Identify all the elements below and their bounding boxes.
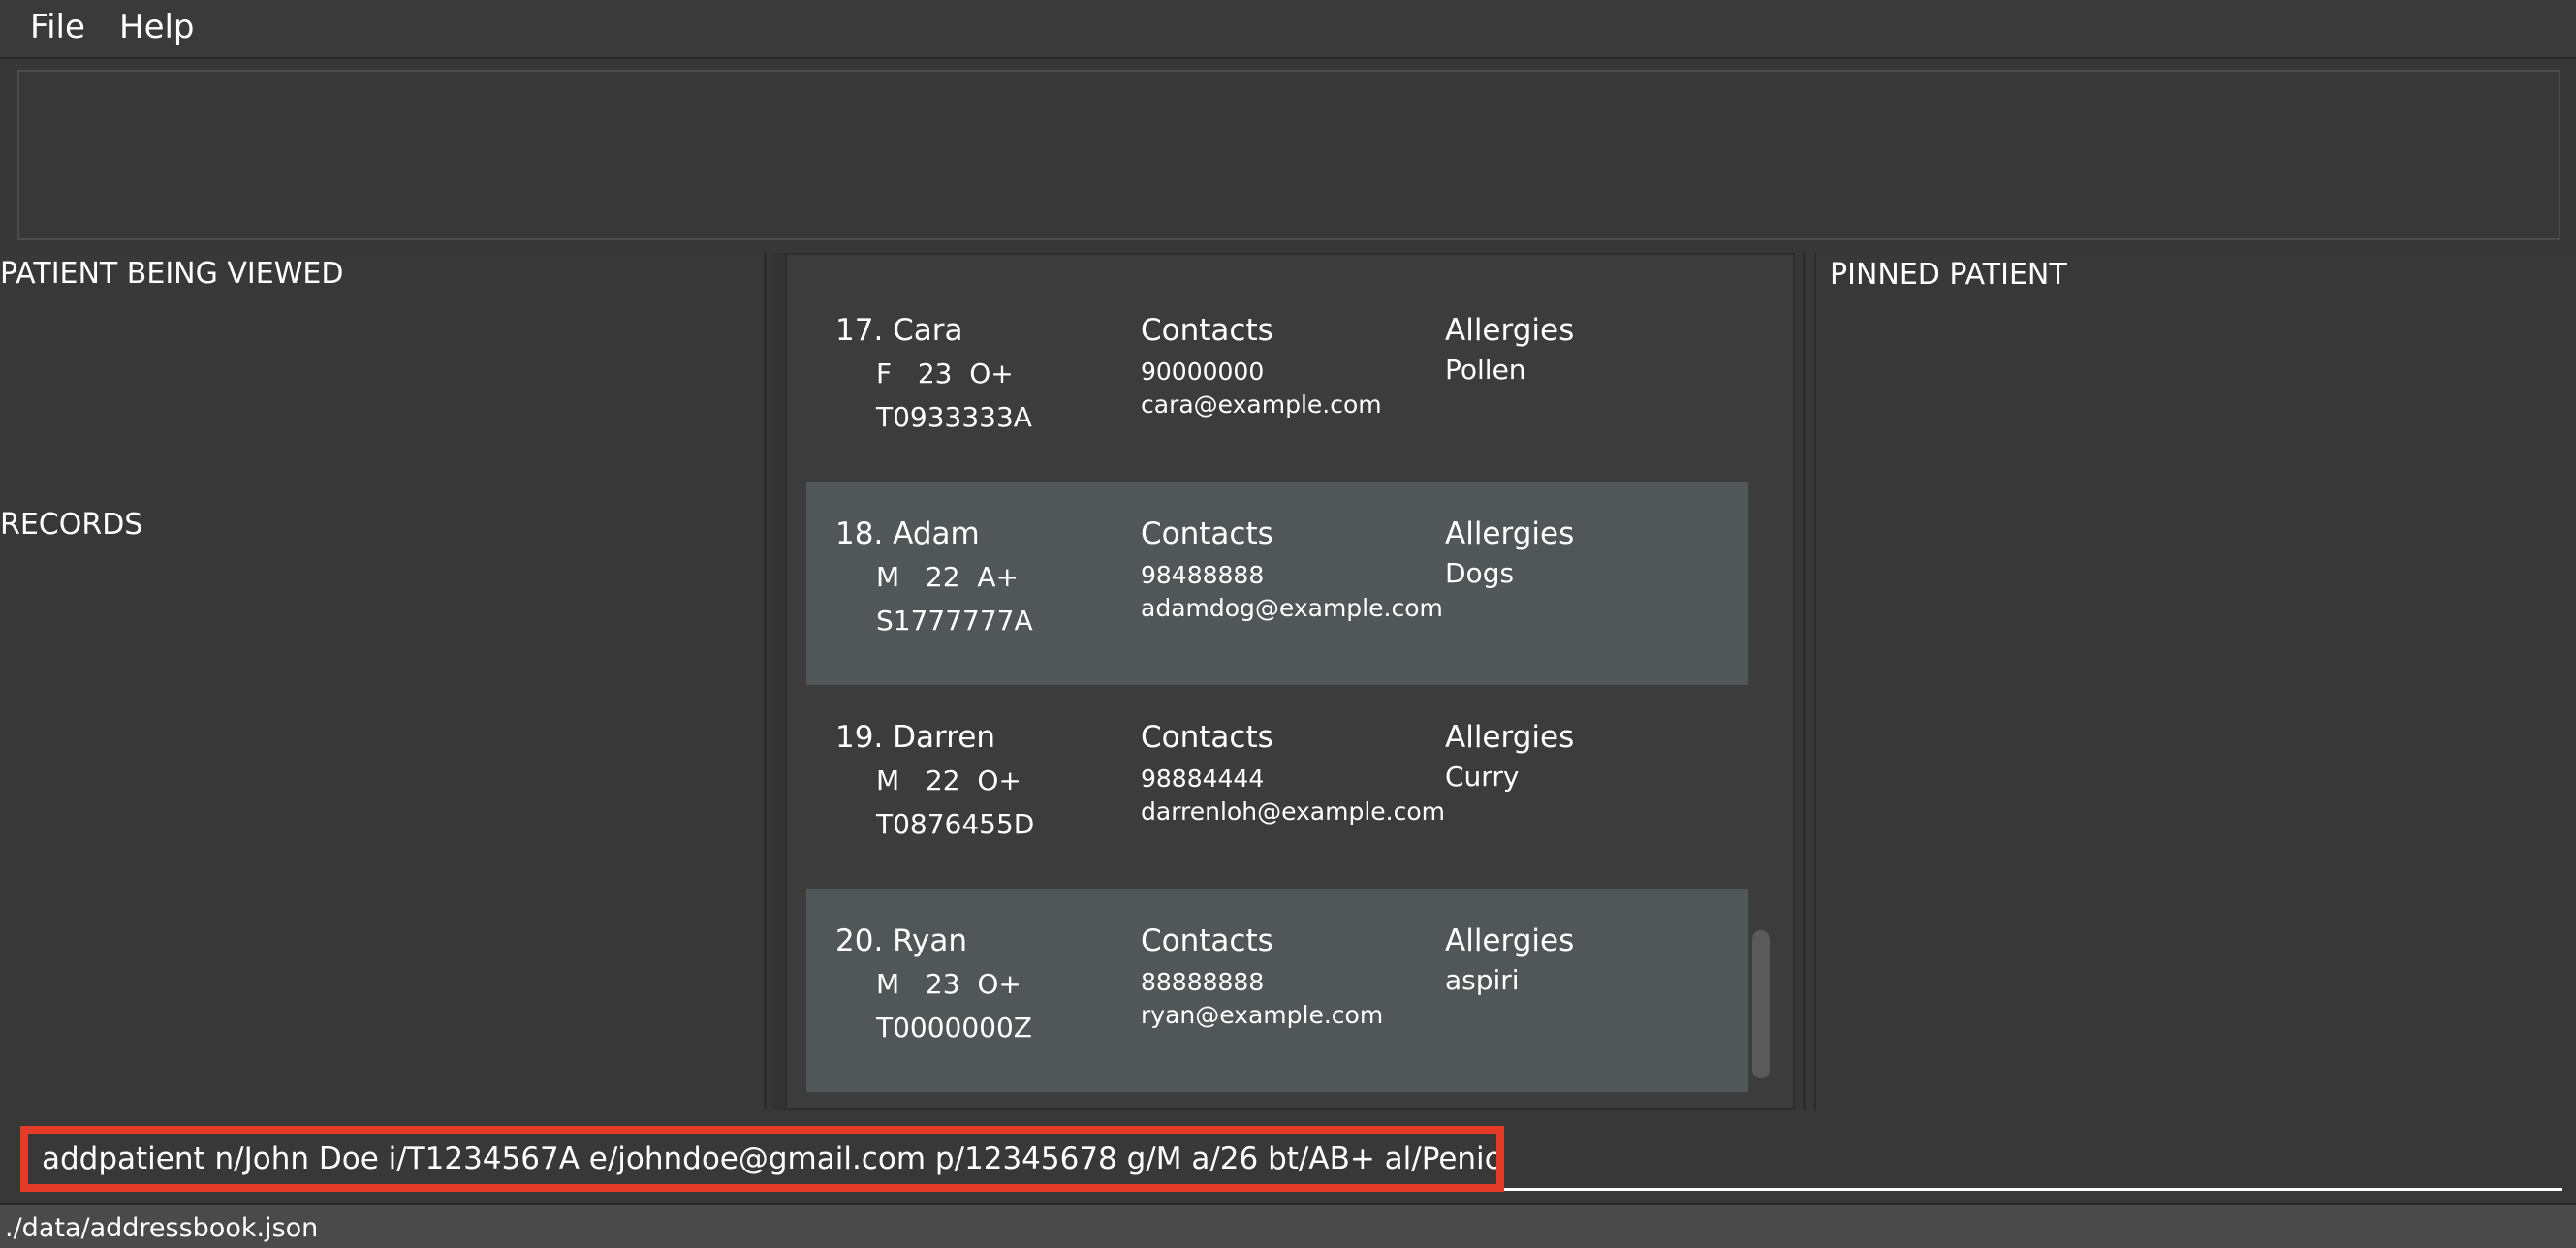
status-file-path: ./data/addressbook.json (5, 1213, 319, 1243)
patient-phone: 98884444 (1141, 764, 1265, 793)
patient-gender: M (876, 561, 900, 593)
patient-allergy: Pollen (1445, 354, 1526, 386)
patient-name: 20. Ryan (835, 923, 967, 958)
patient-nric: T0933333A (876, 401, 1032, 433)
patient-nric: S1777777A (876, 605, 1033, 637)
patient-age: 22 (925, 561, 960, 593)
patient-email: ryan@example.com (1141, 1001, 1384, 1029)
patient-phone: 88888888 (1141, 968, 1265, 996)
patient-gender-age-blood: M 22 O+ (876, 764, 1021, 796)
patient-card[interactable]: 17. Cara F 23 O+ T0933333A Contacts 9000… (806, 278, 1748, 482)
allergies-title: Allergies (1445, 720, 1575, 755)
patient-card[interactable]: 18. Adam M 22 A+ S1777777A Contacts 9848… (806, 482, 1748, 685)
patient-gender: F (876, 358, 893, 390)
patient-gender-age-blood: F 23 O+ (876, 358, 1014, 390)
patient-gender: M (876, 764, 900, 796)
patient-allergy: Dogs (1445, 557, 1515, 589)
patient-email: cara@example.com (1141, 390, 1382, 419)
menu-file[interactable]: File (30, 8, 85, 47)
contacts-title: Contacts (1141, 720, 1273, 755)
patient-email: darrenloh@example.com (1141, 797, 1446, 826)
contacts-title: Contacts (1141, 516, 1273, 551)
allergies-title: Allergies (1445, 923, 1575, 958)
patient-blood-type: O+ (969, 358, 1014, 390)
pinned-patient-title: PINNED PATIENT (1830, 258, 2067, 292)
allergies-title: Allergies (1445, 516, 1575, 551)
contacts-title: Contacts (1141, 313, 1273, 348)
patient-name: 17. Cara (835, 313, 963, 348)
patient-gender-age-blood: M 22 A+ (876, 561, 1019, 593)
status-bar: ./data/addressbook.json (0, 1203, 2576, 1248)
patient-blood-type: O+ (977, 764, 1021, 796)
command-underline (1502, 1188, 2562, 1191)
patient-being-viewed-title: PATIENT BEING VIEWED (0, 257, 344, 291)
result-display (17, 70, 2560, 240)
patient-card[interactable]: 19. Darren M 22 O+ T0876455D Contacts 98… (806, 685, 1748, 889)
contacts-title: Contacts (1141, 923, 1273, 958)
patient-list[interactable]: 17. Cara F 23 O+ T0933333A Contacts 9000… (785, 253, 1795, 1110)
patient-blood-type: O+ (977, 968, 1021, 1000)
list-scrollbar-thumb[interactable] (1752, 930, 1770, 1078)
patient-card[interactable]: 20. Ryan M 23 O+ T0000000Z Contacts 8888… (806, 889, 1748, 1092)
patient-age: 23 (925, 968, 960, 1000)
patient-email: adamdog@example.com (1141, 594, 1443, 622)
left-panel: PATIENT BEING VIEWED RECORDS (0, 253, 767, 1110)
patient-name: 19. Darren (835, 720, 996, 755)
patient-phone: 98488888 (1141, 561, 1265, 589)
panel-divider[interactable] (772, 253, 785, 1110)
pinned-patient-panel: PINNED PATIENT (1814, 253, 2576, 1110)
menu-help[interactable]: Help (119, 8, 195, 47)
allergies-title: Allergies (1445, 313, 1575, 348)
patient-blood-type: A+ (977, 561, 1019, 593)
patient-phone: 90000000 (1141, 358, 1265, 386)
menu-bar: File Help (0, 0, 2576, 59)
patient-age: 23 (917, 358, 953, 390)
patient-gender-age-blood: M 23 O+ (876, 968, 1021, 1000)
patient-gender: M (876, 968, 900, 1000)
patient-allergy: aspiri (1445, 964, 1520, 996)
command-input[interactable]: addpatient n/John Doe i/T1234567A e/john… (20, 1126, 1504, 1192)
patient-name: 18. Adam (835, 516, 980, 551)
patient-nric: T0876455D (876, 808, 1035, 840)
patient-nric: T0000000Z (876, 1012, 1032, 1044)
records-title: RECORDS (0, 508, 143, 542)
patient-age: 22 (925, 764, 960, 796)
patient-allergy: Curry (1445, 761, 1520, 793)
